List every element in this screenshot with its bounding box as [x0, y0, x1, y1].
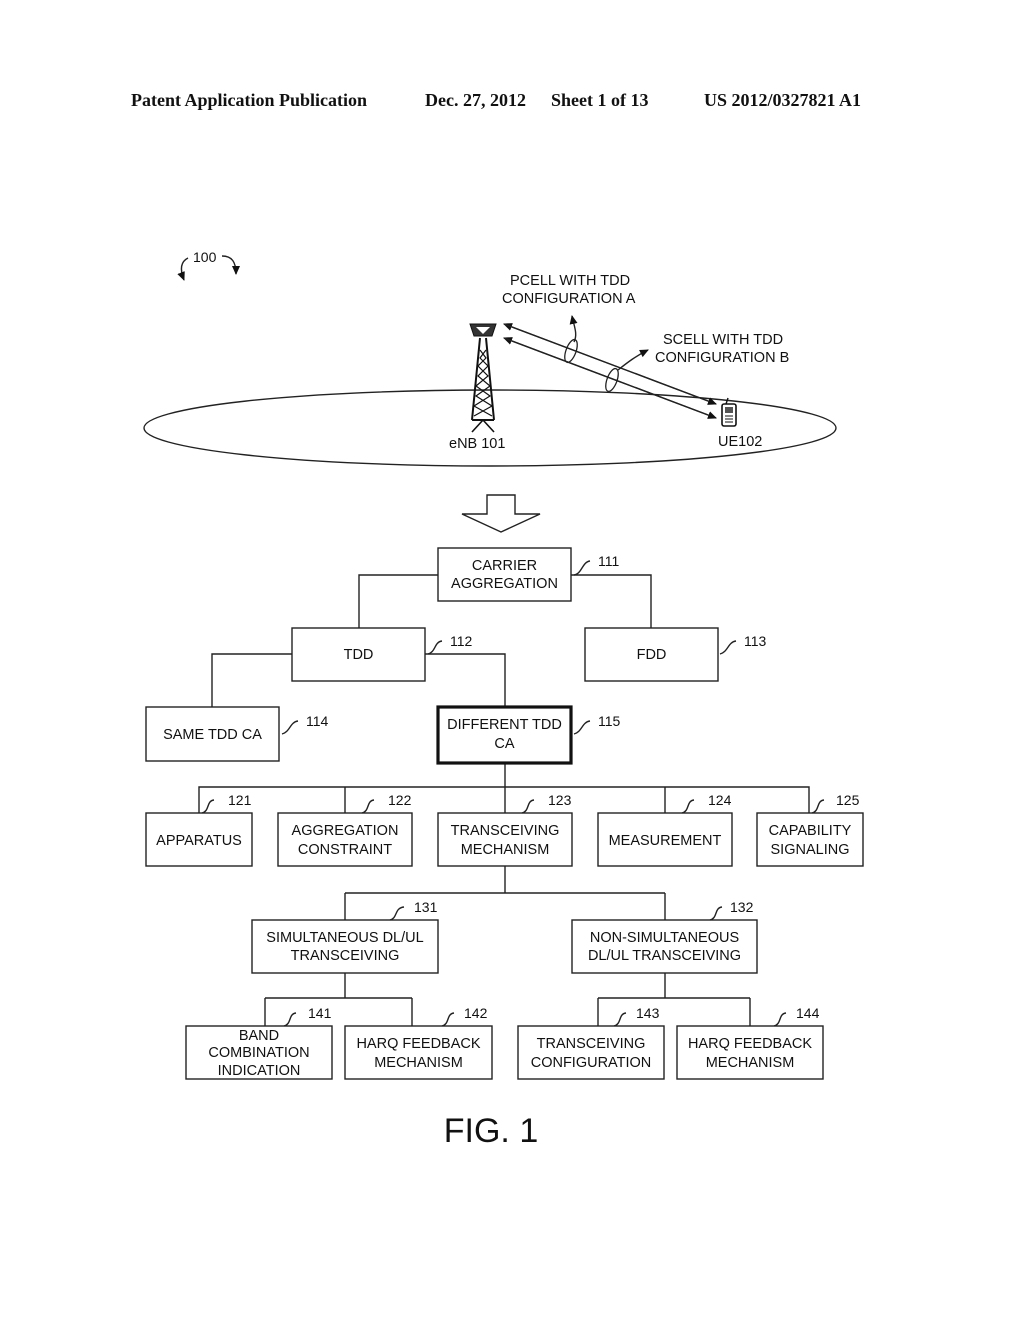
svg-text:SIMULTANEOUS DL/UL: SIMULTANEOUS DL/UL	[266, 930, 423, 946]
svg-text:123: 123	[548, 792, 572, 808]
svg-text:MECHANISM: MECHANISM	[461, 842, 550, 858]
figure-label: FIG. 1	[444, 1112, 538, 1150]
node-125: CAPABILITY SIGNALING 125	[756, 792, 864, 867]
svg-text:APPARATUS: APPARATUS	[156, 833, 242, 849]
svg-text:114: 114	[306, 713, 329, 729]
svg-text:DL/UL TRANSCEIVING: DL/UL TRANSCEIVING	[588, 948, 741, 964]
svg-text:CAPABILITY: CAPABILITY	[769, 823, 852, 839]
node-142: HARQ FEEDBACK MECHANISM 142	[344, 1005, 493, 1080]
svg-text:CONSTRAINT: CONSTRAINT	[298, 842, 392, 858]
svg-text:TRANSCEIVING: TRANSCEIVING	[451, 823, 560, 839]
svg-text:TDD: TDD	[344, 647, 374, 663]
svg-text:BAND: BAND	[239, 1028, 279, 1044]
node-114: SAME TDD CA 114	[145, 706, 329, 762]
curved-arrow-icon	[221, 255, 240, 275]
pcell-label-line2: CONFIGURATION A	[502, 291, 636, 307]
svg-text:115: 115	[598, 713, 621, 729]
ue-label: UE102	[718, 434, 762, 450]
svg-text:MECHANISM: MECHANISM	[374, 1055, 463, 1071]
ref-100-callout: 100	[177, 249, 240, 281]
node-141: BAND COMBINATION INDICATION 141	[185, 1005, 333, 1080]
svg-text:142: 142	[464, 1005, 488, 1021]
svg-text:INDICATION: INDICATION	[218, 1063, 301, 1079]
svg-text:144: 144	[796, 1005, 820, 1021]
node-143: TRANSCEIVING CONFIGURATION 143	[517, 1005, 665, 1080]
svg-text:121: 121	[228, 792, 252, 808]
curved-arrow-icon	[177, 257, 189, 281]
svg-text:SAME TDD CA: SAME TDD CA	[163, 727, 262, 743]
svg-text:125: 125	[836, 792, 860, 808]
svg-text:HARQ FEEDBACK: HARQ FEEDBACK	[356, 1036, 480, 1052]
svg-text:132: 132	[730, 899, 754, 915]
svg-text:CA: CA	[494, 736, 514, 752]
scell-label-line2: CONFIGURATION B	[655, 350, 789, 366]
svg-text:113: 113	[744, 633, 767, 649]
svg-text:131: 131	[414, 899, 438, 915]
svg-text:111: 111	[598, 553, 619, 569]
pcell-label-line1: PCELL WITH TDD	[510, 273, 630, 289]
svg-text:COMBINATION: COMBINATION	[208, 1045, 309, 1061]
svg-text:HARQ FEEDBACK: HARQ FEEDBACK	[688, 1036, 812, 1052]
svg-text:MECHANISM: MECHANISM	[706, 1055, 795, 1071]
node-115: DIFFERENT TDD CA 115	[436, 705, 621, 765]
svg-text:DIFFERENT TDD: DIFFERENT TDD	[447, 717, 562, 733]
svg-text:MEASUREMENT: MEASUREMENT	[609, 833, 722, 849]
enb-label: eNB 101	[449, 436, 505, 452]
svg-text:AGGREGATION: AGGREGATION	[292, 823, 399, 839]
svg-text:TRANSCEIVING: TRANSCEIVING	[537, 1036, 646, 1052]
node-113: FDD 113	[584, 627, 767, 682]
base-station-tower-icon	[469, 323, 497, 433]
svg-text:141: 141	[308, 1005, 332, 1021]
svg-text:112: 112	[450, 633, 473, 649]
svg-text:124: 124	[708, 792, 732, 808]
svg-text:AGGREGATION: AGGREGATION	[451, 576, 558, 592]
svg-text:NON-SIMULTANEOUS: NON-SIMULTANEOUS	[590, 930, 739, 946]
figure-1-diagram: 100 eNB 101 UE102 PCELL WITH TDD CONFIGU…	[143, 249, 864, 1150]
svg-text:TRANSCEIVING: TRANSCEIVING	[291, 948, 400, 964]
svg-text:143: 143	[636, 1005, 660, 1021]
scell-callout-arrow	[617, 349, 649, 371]
svg-text:CARRIER: CARRIER	[472, 558, 537, 574]
down-arrow-icon	[461, 494, 541, 533]
svg-text:SIGNALING: SIGNALING	[771, 842, 850, 858]
mobile-phone-icon	[721, 397, 737, 427]
ref-100: 100	[193, 249, 217, 265]
svg-text:122: 122	[388, 792, 412, 808]
pcell-callout-arrow	[569, 315, 578, 343]
scell-bundle-ring	[605, 367, 619, 393]
svg-text:CONFIGURATION: CONFIGURATION	[531, 1055, 652, 1071]
svg-text:FDD: FDD	[637, 647, 667, 663]
scell-label-line1: SCELL WITH TDD	[663, 332, 783, 348]
